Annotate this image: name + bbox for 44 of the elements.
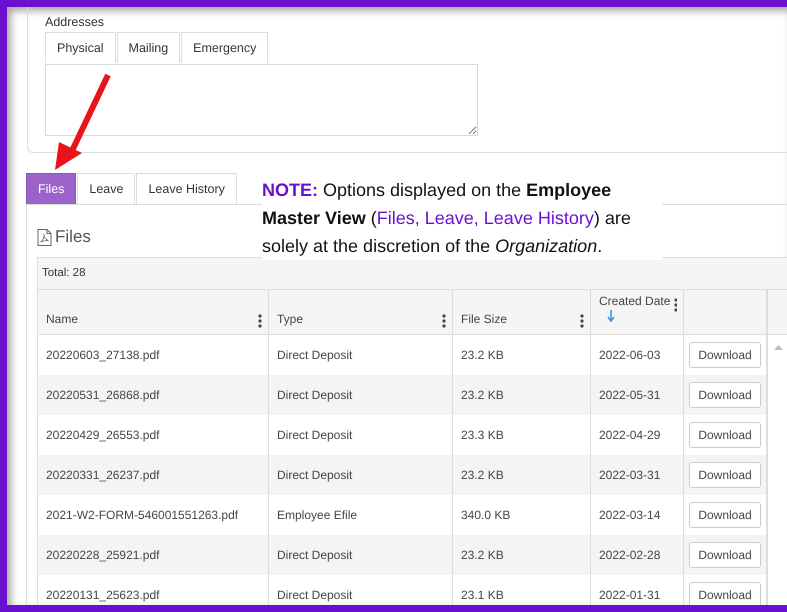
pdf-file-icon <box>37 228 52 246</box>
total-count: Total: 28 <box>38 258 787 290</box>
tab[interactable]: Leave <box>77 173 136 204</box>
tab[interactable]: Files <box>26 173 76 204</box>
column-header[interactable]: Created Date <box>599 293 674 328</box>
table-cell: 2022-01-31 <box>591 575 684 605</box>
note-text: NOTE: Options displayed on the Employee Master View (Files, Leave, Leave History) are solely at the discretion of the Organization. <box>262 179 632 258</box>
table-cell: Direct Deposit <box>269 575 453 605</box>
table-cell: 23.2 KB <box>453 455 591 495</box>
table-cell: 20220531_26868.pdf <box>38 375 269 415</box>
address-field[interactable] <box>45 64 478 136</box>
table-cell: 2022-05-31 <box>591 375 684 415</box>
address-tab[interactable]: Physical <box>45 32 116 63</box>
table-cell: 2022-02-28 <box>591 535 684 575</box>
kebab-menu-icon[interactable] <box>442 314 446 328</box>
table-cell: Direct Deposit <box>269 535 453 575</box>
section-label: Addresses <box>45 15 106 29</box>
kebab-menu-icon[interactable] <box>258 314 262 328</box>
download-button[interactable]: Download <box>689 542 761 568</box>
table-cell: 23.2 KB <box>453 375 591 415</box>
section-title: Files <box>55 227 91 247</box>
table-cell: 2022-03-31 <box>591 455 684 495</box>
table-cell: 20220331_26237.pdf <box>38 455 269 495</box>
table-cell: 23.1 KB <box>453 575 591 605</box>
download-button[interactable]: Download <box>689 342 761 368</box>
download-button[interactable]: Download <box>689 462 761 488</box>
table-cell: 20220131_25623.pdf <box>38 575 269 605</box>
column-header[interactable]: Name <box>46 311 78 328</box>
column-header[interactable]: File Size <box>461 311 508 328</box>
tab[interactable]: Leave History <box>136 173 237 204</box>
download-button[interactable]: Download <box>689 502 761 528</box>
download-button[interactable]: Download <box>689 422 761 448</box>
download-button[interactable]: Download <box>689 382 761 408</box>
sort-down-icon[interactable] <box>607 310 615 322</box>
table-cell: 23.2 KB <box>453 535 591 575</box>
address-tab[interactable]: Emergency <box>181 32 268 63</box>
table-cell: Direct Deposit <box>269 455 453 495</box>
table-cell: Direct Deposit <box>269 375 453 415</box>
table-cell: 20220228_25921.pdf <box>38 535 269 575</box>
download-button[interactable]: Download <box>689 582 761 605</box>
kebab-menu-icon[interactable] <box>674 298 677 312</box>
address-tab[interactable]: Mailing <box>116 32 180 63</box>
kebab-menu-icon[interactable] <box>580 314 584 328</box>
column-header[interactable]: Type <box>277 311 304 328</box>
